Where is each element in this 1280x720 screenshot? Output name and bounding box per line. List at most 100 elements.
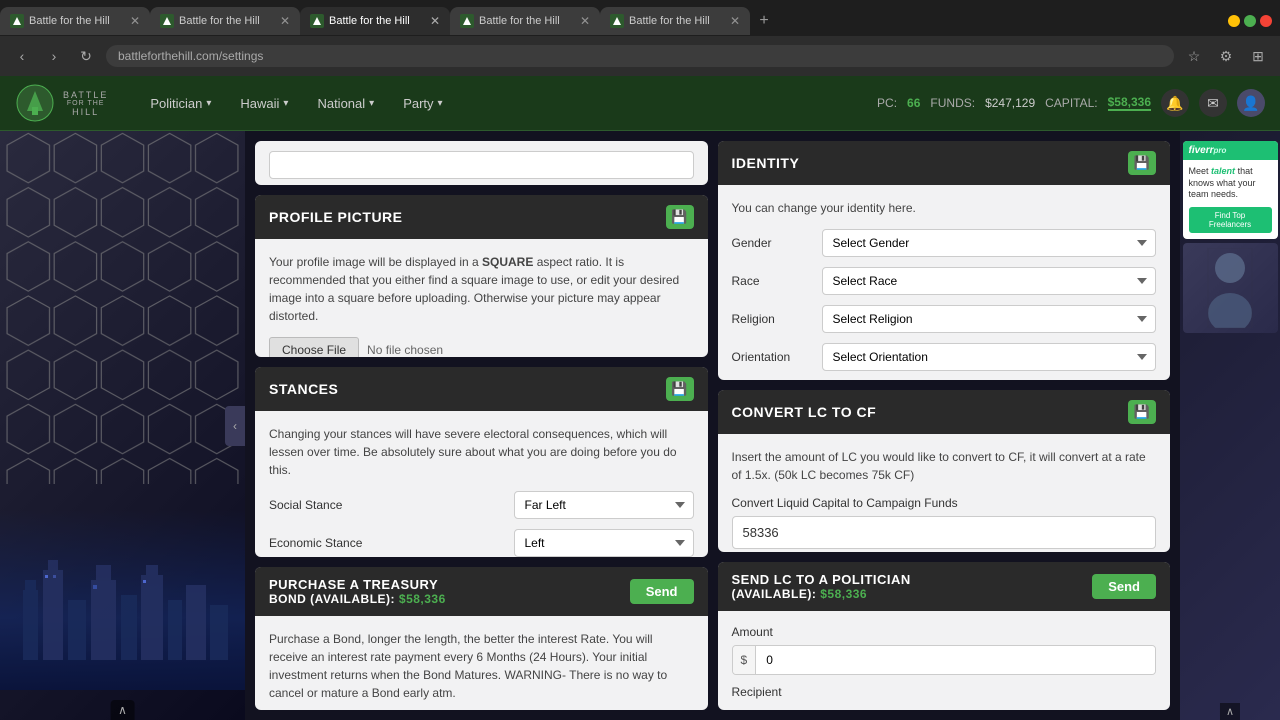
send-lc-title-line1: SEND LC TO A POLITICIAN: [732, 572, 911, 587]
race-label: Race: [732, 274, 812, 288]
stances-header: STANCES 💾: [255, 367, 708, 411]
tab-close-2[interactable]: ✕: [280, 14, 290, 28]
tab-close-1[interactable]: ✕: [130, 14, 140, 28]
tab-bar: Battle for the Hill ✕ Battle for the Hil…: [0, 0, 1280, 36]
politician-arrow: ▾: [206, 98, 211, 109]
close-button[interactable]: [1260, 15, 1272, 27]
bond-send-button[interactable]: Send: [630, 579, 694, 604]
tab-2[interactable]: Battle for the Hill ✕: [150, 7, 300, 35]
orientation-row: Orientation Select Orientation Straight …: [732, 343, 1157, 371]
profile-picture-header: PROFILE PICTURE 💾: [255, 195, 708, 239]
bond-title-line2: BOND (AVAILABLE): $58,336: [269, 592, 446, 606]
stances-card: STANCES 💾 Changing your stances will hav…: [255, 367, 708, 557]
maximize-button[interactable]: [1244, 15, 1256, 27]
stances-body: Changing your stances will have severe e…: [255, 411, 708, 557]
address-bar: ‹ › ↻ battleforthehill.com/settings ☆ ⚙ …: [0, 36, 1280, 76]
convert-save-button[interactable]: 💾: [1128, 400, 1156, 424]
social-stance-label: Social Stance: [269, 498, 342, 512]
fiverr-body: Meet talent that knows what your team ne…: [1183, 160, 1278, 239]
profile-picture-title: PROFILE PICTURE: [269, 209, 403, 225]
identity-save-icon: 💾: [1134, 155, 1150, 171]
bond-title-container: PURCHASE A TREASURY BOND (AVAILABLE): $5…: [269, 577, 446, 606]
profile-picture-card: PROFILE PICTURE 💾 Your profile image wil…: [255, 195, 708, 357]
send-lc-send-button[interactable]: Send: [1092, 574, 1156, 599]
funds-label: FUNDS:: [930, 96, 975, 110]
left-column: PROFILE PICTURE 💾 Your profile image wil…: [255, 141, 708, 710]
social-stance-select[interactable]: Far Left Left Center-Left Center Center-…: [514, 491, 694, 519]
orientation-label: Orientation: [732, 350, 812, 364]
tab-favicon-2: [160, 14, 174, 28]
nav-party[interactable]: Party ▾: [391, 90, 454, 117]
messages-button[interactable]: ✉: [1199, 89, 1227, 117]
notifications-button[interactable]: 🔔: [1161, 89, 1189, 117]
nav-politician[interactable]: Politician ▾: [138, 90, 223, 117]
send-lc-card: SEND LC TO A POLITICIAN (AVAILABLE): $58…: [718, 562, 1171, 710]
user-avatar[interactable]: 👤: [1237, 89, 1265, 117]
nav-menu: Politician ▾ Hawaii ▾ National ▾ Party ▾: [138, 90, 877, 117]
race-select[interactable]: Select Race White Black Hispanic Asian: [822, 267, 1157, 295]
send-lc-title-container: SEND LC TO A POLITICIAN (AVAILABLE): $58…: [732, 572, 911, 601]
choose-file-button[interactable]: Choose File: [269, 337, 359, 357]
ad-sidebar: fiverrpro Meet talent that knows what yo…: [1180, 131, 1280, 720]
tab-1[interactable]: Battle for the Hill ✕: [0, 7, 150, 35]
tab-title-1: Battle for the Hill: [29, 15, 110, 27]
gender-label: Gender: [732, 236, 812, 250]
scroll-up-button[interactable]: ∧: [110, 700, 135, 720]
logo-icon: [15, 83, 55, 123]
minimize-button[interactable]: [1228, 15, 1240, 27]
nav-national[interactable]: National ▾: [305, 90, 386, 117]
fiverr-cta-button[interactable]: Find Top Freelancers: [1189, 207, 1272, 233]
tab-close-3[interactable]: ✕: [430, 14, 440, 28]
save-icon: 💾: [671, 209, 687, 225]
bond-body: Purchase a Bond, longer the length, the …: [255, 616, 708, 710]
sidebar-collapse-button[interactable]: ‹: [225, 406, 245, 446]
tab-3[interactable]: Battle for the Hill ✕: [300, 7, 450, 35]
orientation-select[interactable]: Select Orientation Straight Gay Bisexual: [822, 343, 1157, 371]
extensions-icon[interactable]: ⊞: [1246, 44, 1270, 68]
identity-description: You can change your identity here.: [732, 199, 1157, 217]
url-bar[interactable]: battleforthehill.com/settings: [106, 45, 1174, 67]
convert-save-icon: 💾: [1134, 404, 1150, 420]
city-silhouette: [13, 560, 233, 660]
profile-picture-save-button[interactable]: 💾: [666, 205, 694, 229]
stances-save-button[interactable]: 💾: [666, 377, 694, 401]
new-tab-button[interactable]: +: [750, 7, 778, 35]
amount-input[interactable]: [756, 646, 1155, 674]
economic-stance-select[interactable]: Far Left Left Center-Left Center Center-…: [514, 529, 694, 557]
convert-header: CONVERT LC TO CF 💾: [718, 390, 1171, 434]
capital-value: $58,336: [1108, 95, 1151, 111]
forward-button[interactable]: ›: [42, 44, 66, 68]
back-button[interactable]: ‹: [10, 44, 34, 68]
profile-picture-description: Your profile image will be displayed in …: [269, 253, 694, 325]
tab-4[interactable]: Battle for the Hill ✕: [450, 7, 600, 35]
ad-scroll-button[interactable]: ∧: [1220, 703, 1240, 720]
tab-close-4[interactable]: ✕: [580, 14, 590, 28]
nav-hawaii[interactable]: Hawaii ▾: [228, 90, 300, 117]
profile-icon[interactable]: ⚙: [1214, 44, 1238, 68]
hex-pattern: [0, 131, 245, 484]
fiverr-ad: fiverrpro Meet talent that knows what yo…: [1183, 141, 1278, 239]
race-row: Race Select Race White Black Hispanic As…: [732, 267, 1157, 295]
bond-card: PURCHASE A TREASURY BOND (AVAILABLE): $5…: [255, 567, 708, 710]
tab-favicon-4: [460, 14, 474, 28]
tab-close-5[interactable]: ✕: [730, 14, 740, 28]
fiverr-logo: fiverrpro: [1189, 145, 1272, 156]
tab-title-2: Battle for the Hill: [179, 15, 260, 27]
bookmark-icon[interactable]: ☆: [1182, 44, 1206, 68]
send-lc-title-line2: (AVAILABLE): $58,336: [732, 587, 911, 601]
convert-input[interactable]: [732, 516, 1157, 549]
tab-favicon-1: [10, 14, 24, 28]
reload-button[interactable]: ↻: [74, 44, 98, 68]
tab-5[interactable]: Battle for the Hill ✕: [600, 7, 750, 35]
religion-select[interactable]: Select Religion Christian Muslim Jewish …: [822, 305, 1157, 333]
main-area: ‹ ∧ PROFILE PICTURE 💾: [0, 131, 1280, 720]
fiverr-tagline: Meet talent that knows what your team ne…: [1189, 166, 1272, 201]
tab-title-5: Battle for the Hill: [629, 15, 710, 27]
national-arrow: ▾: [369, 98, 374, 109]
app-navbar: BATTLE FOR THE HILL Politician ▾ Hawaii …: [0, 76, 1280, 131]
gender-select[interactable]: Select Gender Male Female Non-binary: [822, 229, 1157, 257]
fiverr-person-image: [1183, 243, 1278, 333]
identity-save-button[interactable]: 💾: [1128, 151, 1156, 175]
top-input-field[interactable]: [269, 151, 694, 179]
sidebar-image: ‹ ∧: [0, 131, 245, 720]
